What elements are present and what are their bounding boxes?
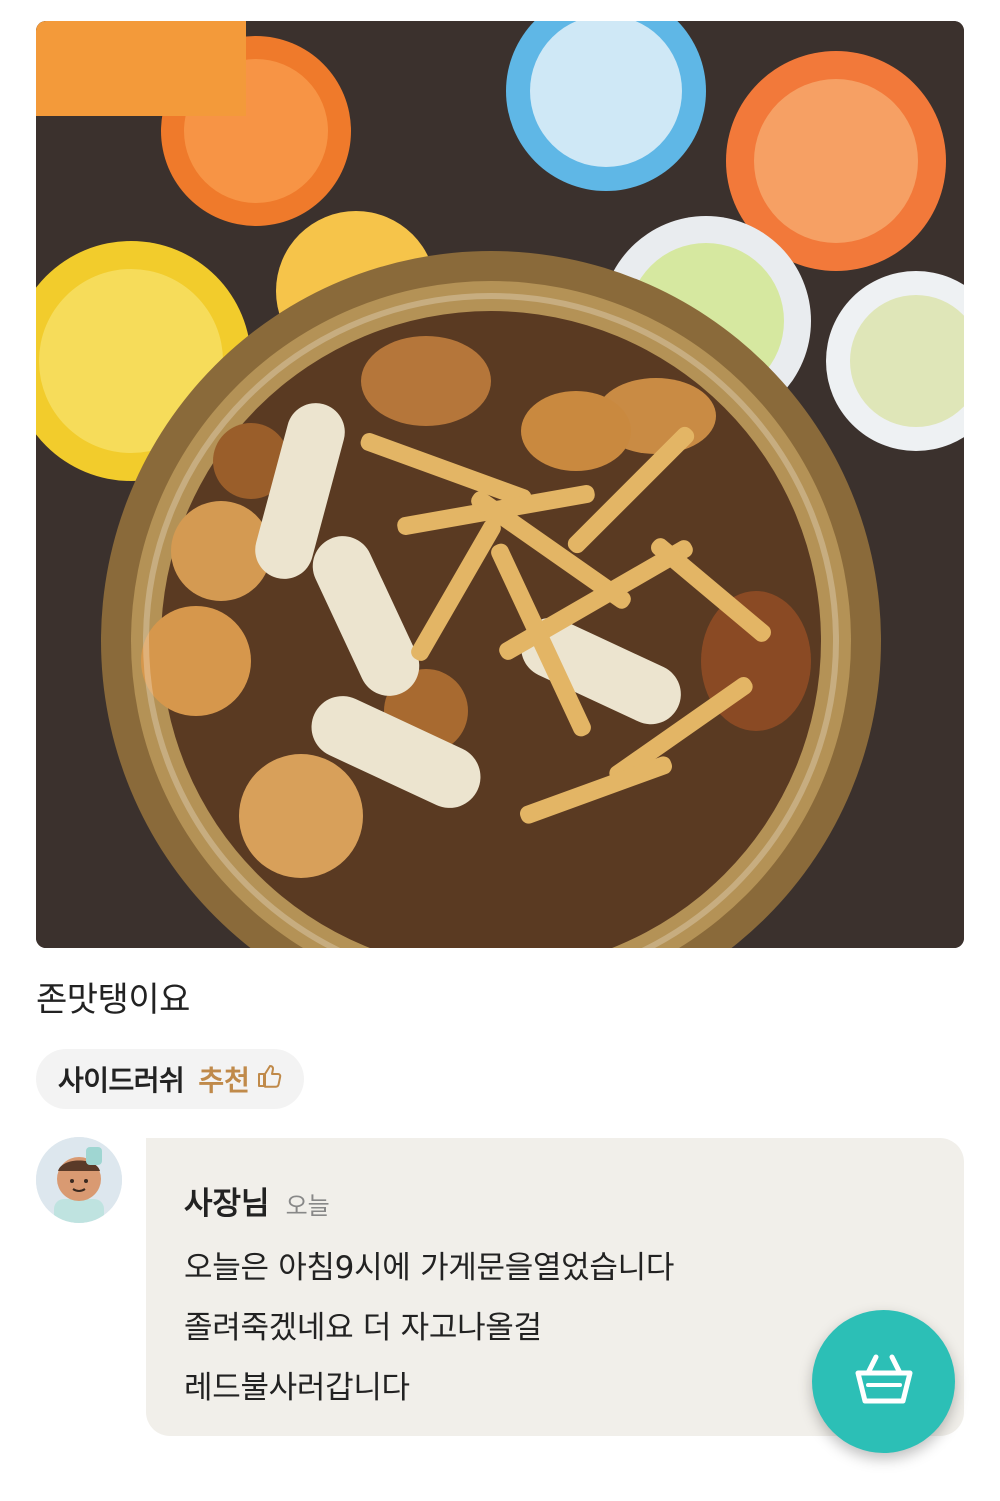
reply-line: 레드불사러갑니다 [184, 1370, 410, 1406]
cart-button[interactable] [812, 1310, 955, 1453]
basket-icon [854, 1353, 914, 1411]
reply-text: 오늘은 아침9시에 가게문을열었습니다 졸려죽겠네요 더 자고나올걸 레드불사러… [184, 1238, 674, 1418]
recommend-label: 추천 [198, 1064, 250, 1097]
reply-line: 졸려죽겠네요 더 자고나올걸 [184, 1310, 542, 1346]
thumbs-up-icon [256, 1063, 282, 1096]
owner-name: 사장님 [184, 1186, 270, 1222]
owner-header: 사장님 오늘 [184, 1178, 330, 1223]
reply-time: 오늘 [285, 1192, 330, 1220]
recommend-tag: 추천 [198, 1059, 282, 1099]
reply-line: 오늘은 아침9시에 가게문을열었습니다 [184, 1250, 675, 1286]
review-text: 존맛탱이요 [36, 980, 190, 1020]
owner-avatar [36, 1137, 122, 1223]
review-photo[interactable] [36, 21, 964, 948]
menu-name: 사이드러쉬 [58, 1064, 185, 1097]
menu-recommend-chip[interactable]: 사이드러쉬 추천 [36, 1049, 304, 1109]
